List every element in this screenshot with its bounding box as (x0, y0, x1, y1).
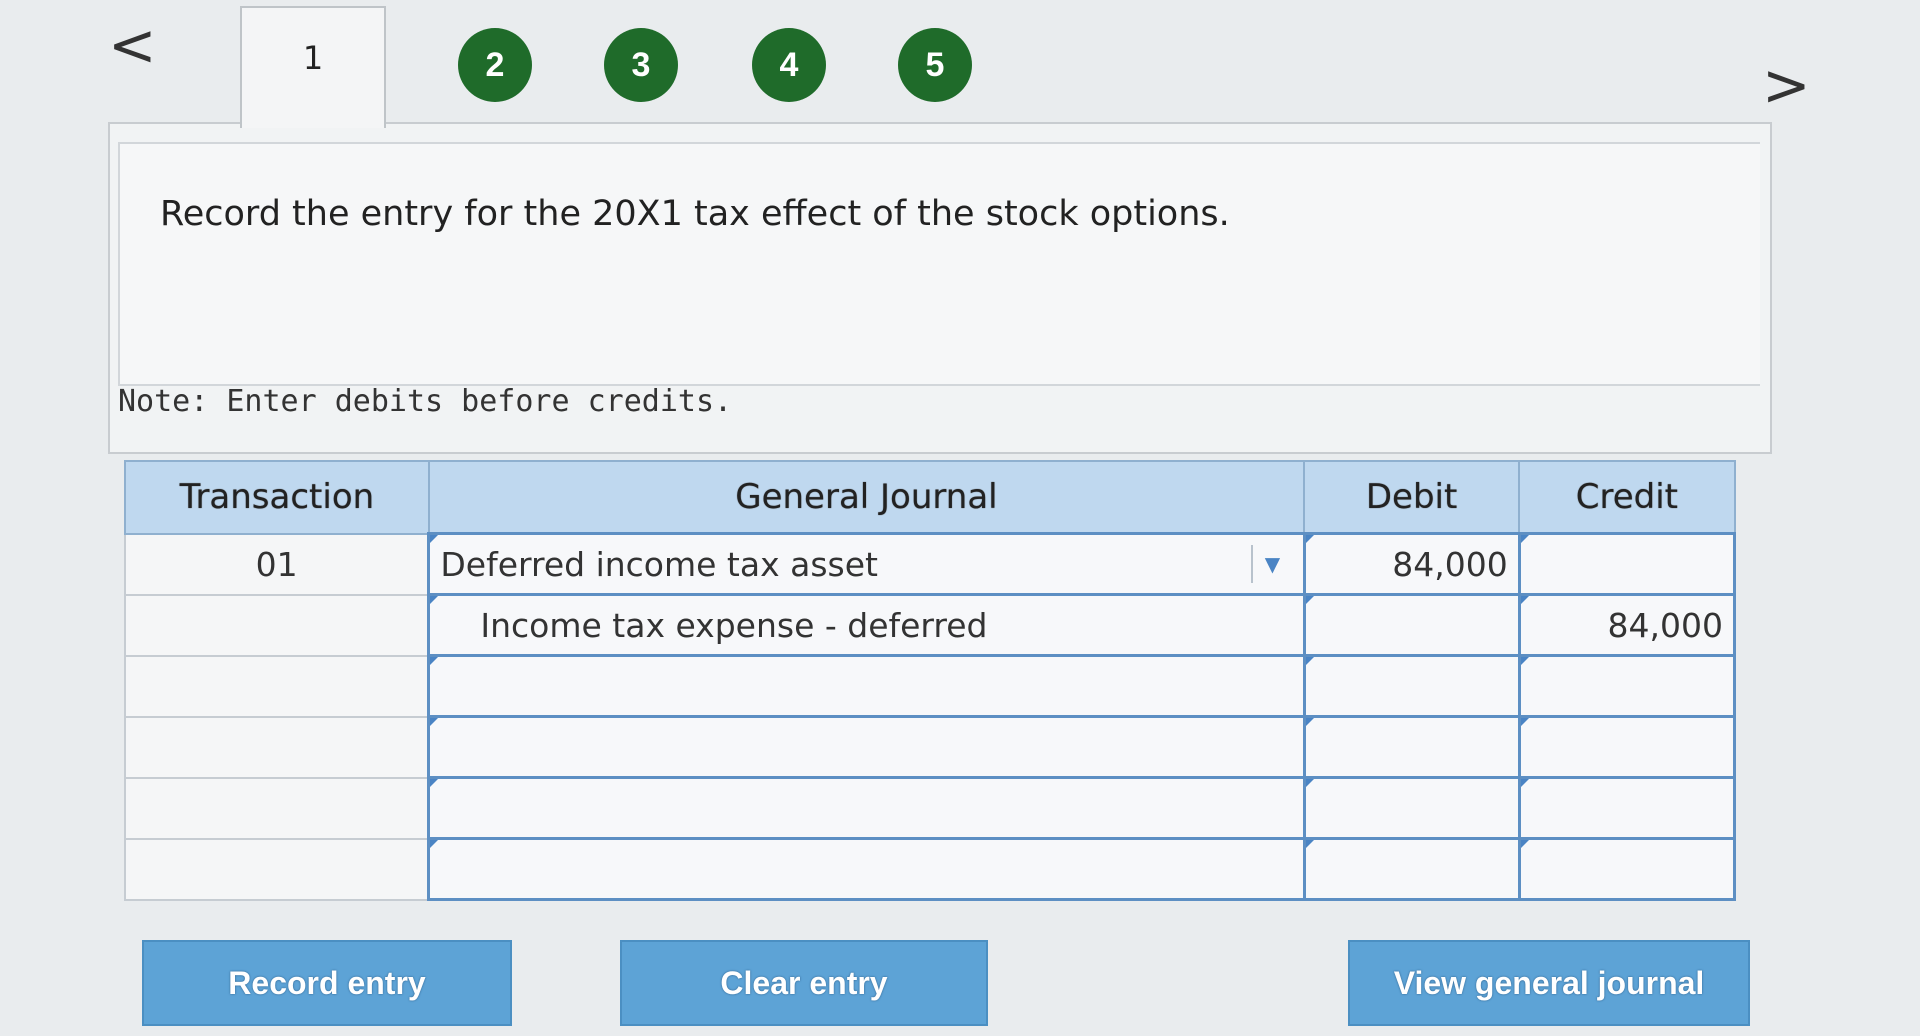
transaction-cell (124, 715, 430, 779)
account-value: Deferred income tax asset (440, 544, 878, 584)
table-row (124, 837, 1737, 901)
header-credit: Credit (1518, 460, 1736, 535)
debit-input[interactable] (1302, 837, 1521, 901)
header-transaction: Transaction (124, 460, 430, 535)
account-select[interactable] (427, 776, 1306, 840)
account-select[interactable] (427, 837, 1306, 901)
transaction-cell: 01 (124, 532, 430, 596)
step-4-button[interactable]: 4 (752, 28, 826, 102)
debit-input[interactable] (1302, 593, 1521, 657)
credit-input[interactable] (1517, 532, 1737, 596)
table-row (124, 654, 1737, 718)
tab-step-1[interactable]: 1 (240, 6, 386, 128)
view-general-journal-button[interactable]: View general journal (1348, 940, 1750, 1026)
debit-input[interactable]: 84,000 (1302, 532, 1521, 596)
table-header-row: Transaction General Journal Debit Credit (124, 460, 1736, 535)
prev-arrow-icon[interactable]: < (108, 16, 157, 74)
transaction-cell (124, 654, 430, 718)
account-select[interactable]: Income tax expense - deferred (427, 593, 1306, 657)
header-debit: Debit (1302, 460, 1521, 535)
step-5-button[interactable]: 5 (898, 28, 972, 102)
transaction-cell (124, 593, 430, 657)
header-general-journal: General Journal (427, 460, 1306, 535)
transaction-cell (124, 776, 430, 840)
credit-input[interactable] (1517, 715, 1737, 779)
credit-input[interactable] (1517, 776, 1737, 840)
transaction-cell (124, 837, 430, 901)
credit-input[interactable] (1517, 654, 1737, 718)
account-select[interactable] (427, 654, 1306, 718)
chevron-down-icon[interactable]: ▼ (1250, 545, 1293, 583)
journal-entry-table: Transaction General Journal Debit Credit… (124, 460, 1737, 901)
table-row (124, 715, 1737, 779)
account-select[interactable]: Deferred income tax asset ▼ (427, 532, 1306, 596)
step-3-button[interactable]: 3 (604, 28, 678, 102)
note-text: Note: Enter debits before credits. (118, 384, 733, 419)
step-2-button[interactable]: 2 (458, 28, 532, 102)
clear-entry-button[interactable]: Clear entry (620, 940, 988, 1026)
debit-input[interactable] (1302, 776, 1521, 840)
credit-input[interactable]: 84,000 (1517, 593, 1737, 657)
debit-input[interactable] (1302, 654, 1521, 718)
debit-input[interactable] (1302, 715, 1521, 779)
table-row: Income tax expense - deferred 84,000 (124, 593, 1737, 657)
next-arrow-icon[interactable]: > (1762, 56, 1811, 114)
credit-input[interactable] (1517, 837, 1737, 901)
table-row (124, 776, 1737, 840)
instruction-text: Record the entry for the 20X1 tax effect… (160, 194, 1230, 234)
instruction-box: Record the entry for the 20X1 tax effect… (118, 142, 1760, 386)
account-select[interactable] (427, 715, 1306, 779)
table-row: 01 Deferred income tax asset ▼ 84,000 (124, 532, 1737, 596)
record-entry-button[interactable]: Record entry (142, 940, 512, 1026)
